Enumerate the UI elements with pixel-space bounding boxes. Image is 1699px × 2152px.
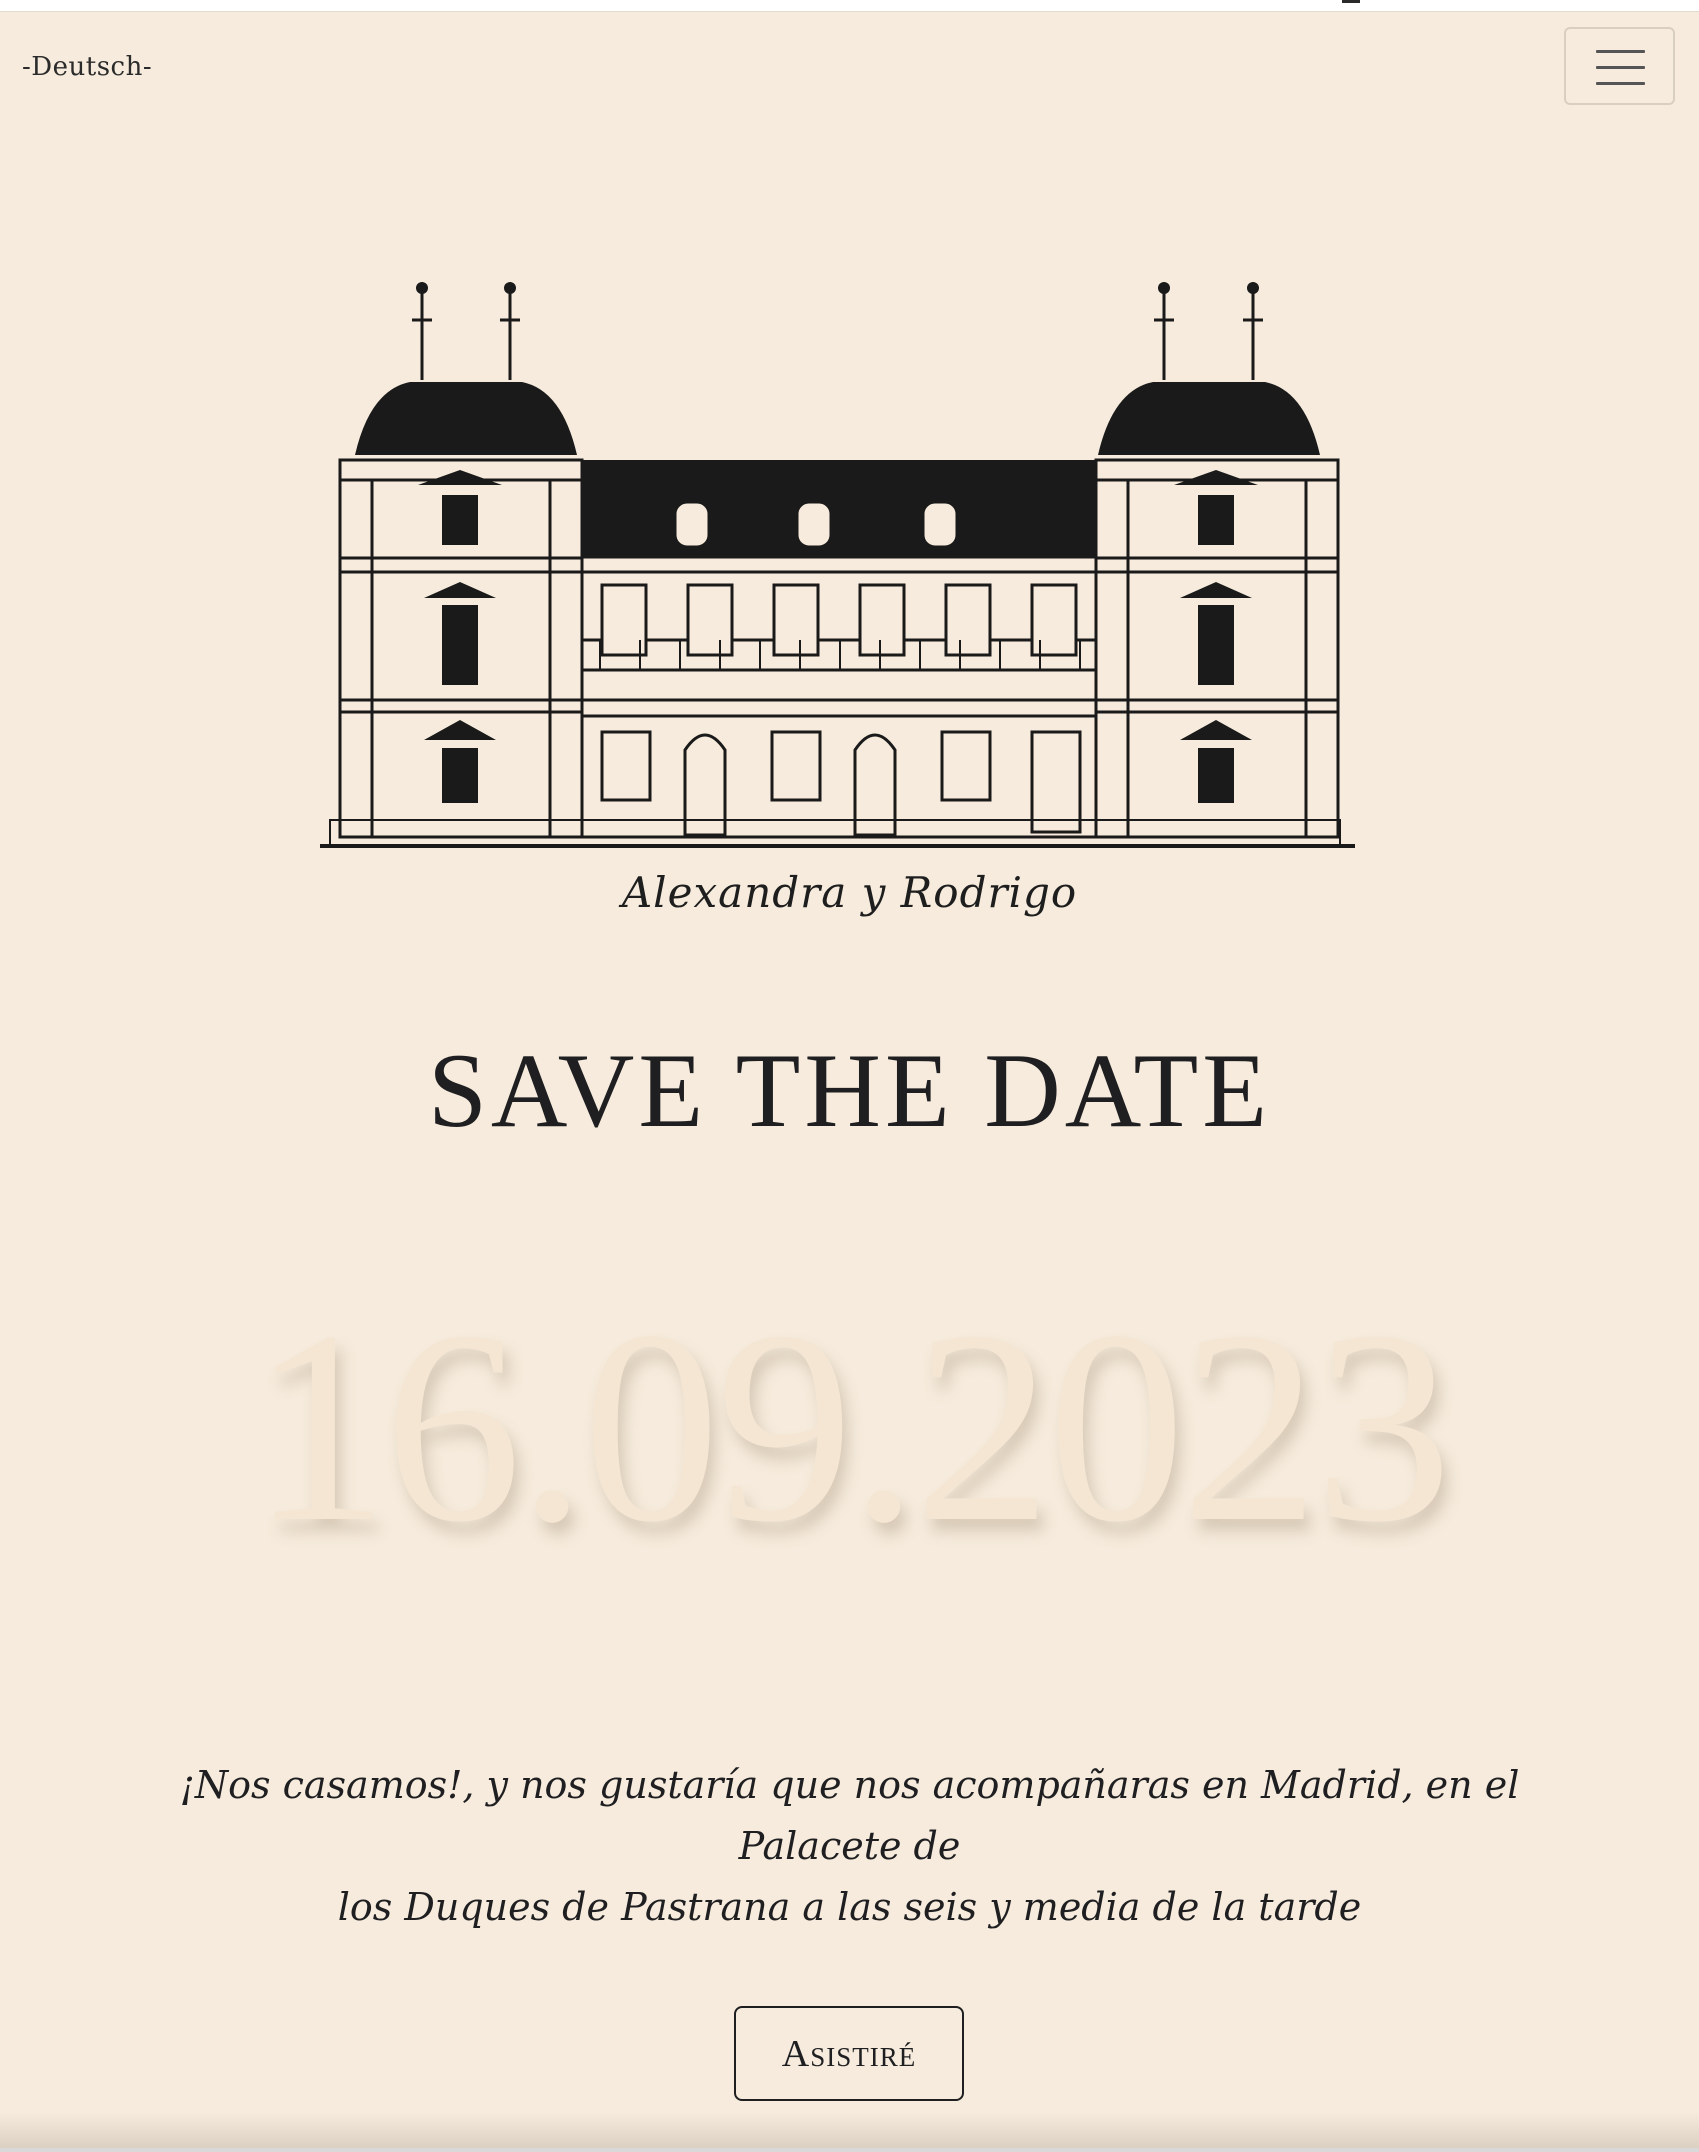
- invitation-text: ¡Nos casamos!, y nos gustaría que nos ac…: [150, 1755, 1549, 1938]
- menu-toggle-button[interactable]: [1564, 27, 1675, 105]
- palace-illustration: [310, 280, 1360, 860]
- bottom-shadow: [0, 2112, 1699, 2152]
- top-edge-mark: [1342, 0, 1360, 3]
- hamburger-menu-icon-bar: [1596, 66, 1645, 69]
- hamburger-menu-icon: [1596, 50, 1645, 53]
- language-switch-link[interactable]: -Deutsch-: [22, 52, 152, 82]
- save-the-date-title: SAVE THE DATE: [427, 1032, 1272, 1149]
- invitation-line-1: ¡Nos casamos!, y nos gustaría que nos ac…: [179, 1763, 1520, 1868]
- hamburger-menu-icon-bar: [1596, 82, 1645, 85]
- wedding-date: 16.09.2023: [250, 1275, 1453, 1579]
- navbar: -Deutsch-: [0, 12, 1699, 122]
- bottom-edge: [0, 2148, 1699, 2152]
- page-screen: -Deutsch- Alexandra y Rodrigo SAVE THE D…: [0, 0, 1699, 2152]
- invitation-line-2: los Duques de Pastrana a las seis y medi…: [337, 1885, 1362, 1929]
- rsvp-button[interactable]: Asistiré: [734, 2006, 964, 2101]
- browser-top-edge: [0, 0, 1699, 12]
- couple-names: Alexandra y Rodrigo: [621, 868, 1078, 917]
- palace-facade-svg: [320, 282, 1355, 848]
